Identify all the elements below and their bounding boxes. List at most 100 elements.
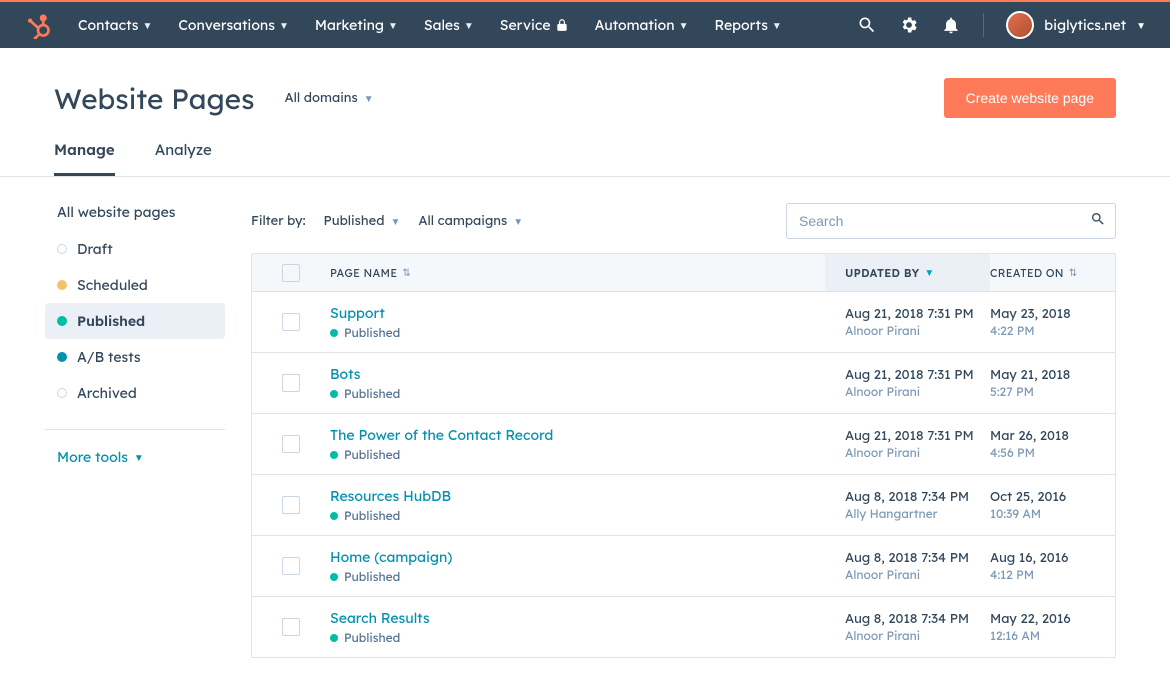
page-name-link[interactable]: Support (330, 304, 385, 322)
nav-reports[interactable]: Reports▼ (715, 16, 782, 34)
col-page-name[interactable]: PAGE NAME⇅ (330, 266, 825, 280)
status-dot (57, 244, 67, 254)
chevron-down-icon: ▼ (1136, 19, 1146, 32)
col-created-on[interactable]: CREATED ON⇅ (990, 266, 1115, 280)
updated-by: Alnoor Pirani (845, 384, 990, 399)
row-checkbox[interactable] (282, 313, 300, 331)
status-dot (330, 451, 338, 459)
chevron-down-icon: ▼ (679, 19, 689, 32)
table-row: Home (campaign)PublishedAug 8, 2018 7:34… (252, 536, 1115, 597)
col-updated-by[interactable]: UPDATED BY▼ (825, 254, 990, 291)
chevron-down-icon: ▼ (142, 19, 152, 32)
filter-campaigns-dropdown[interactable]: All campaigns ▼ (418, 213, 523, 229)
sidebar-item-label: Archived (77, 384, 137, 402)
created-date: Aug 16, 2016 (990, 550, 1115, 566)
bell-icon[interactable] (941, 15, 961, 35)
created-time: 4:56 PM (990, 445, 1115, 460)
chevron-down-icon: ▼ (464, 19, 474, 32)
sidebar-item-draft[interactable]: Draft (45, 231, 225, 267)
nav-service[interactable]: Service (500, 16, 569, 34)
status-dot (57, 280, 67, 290)
chevron-down-icon: ▼ (279, 19, 289, 32)
sidebar-item-a-b-tests[interactable]: A/B tests (45, 339, 225, 375)
page-name-link[interactable]: Bots (330, 365, 361, 383)
nav-marketing[interactable]: Marketing▼ (315, 16, 398, 34)
chevron-down-icon: ▼ (364, 92, 374, 105)
search-input[interactable] (786, 203, 1116, 239)
nav-contacts[interactable]: Contacts▼ (78, 16, 152, 34)
sidebar: All website pages DraftScheduled Publishe… (45, 203, 225, 658)
status-dot (330, 573, 338, 581)
sort-icon: ⇅ (1069, 266, 1078, 279)
updated-by: Alnoor Pirani (845, 445, 990, 460)
status-label: Published (344, 630, 400, 645)
nav-sales[interactable]: Sales▼ (424, 16, 474, 34)
account-menu[interactable]: biglytics.net ▼ (1006, 11, 1146, 39)
sidebar-item-archived[interactable]: Archived (45, 375, 225, 411)
sidebar-item-scheduled[interactable]: Scheduled (45, 267, 225, 303)
page-title: Website Pages (54, 81, 254, 116)
created-date: Mar 26, 2018 (990, 428, 1115, 444)
row-checkbox[interactable] (282, 374, 300, 392)
updated-by: Alnoor Pirani (845, 567, 990, 582)
tab-manage[interactable]: Manage (54, 140, 115, 176)
created-time: 10:39 AM (990, 506, 1115, 521)
filter-status-dropdown[interactable]: Published ▼ (324, 213, 401, 229)
updated-by: Alnoor Pirani (845, 323, 990, 338)
more-tools-link[interactable]: More tools ▼ (45, 448, 225, 466)
status-dot (330, 634, 338, 642)
created-date: May 22, 2016 (990, 611, 1115, 627)
status-label: Published (344, 508, 400, 523)
status-dot (57, 388, 67, 398)
create-page-button[interactable]: Create website page (944, 78, 1116, 118)
select-all-checkbox[interactable] (282, 264, 300, 282)
updated-date: Aug 21, 2018 7:31 PM (845, 306, 990, 322)
table-row: Resources HubDB Published Aug 8, 2018 7:34… (252, 475, 1115, 536)
created-date: May 21, 2018 (990, 367, 1115, 383)
hubspot-logo[interactable] (24, 11, 52, 39)
account-name: biglytics.net (1044, 16, 1126, 34)
updated-date: Aug 8, 2018 7:34 PM (845, 550, 990, 566)
sidebar-item-published[interactable]: Published (45, 303, 225, 339)
sidebar-header[interactable]: All website pages (45, 203, 225, 221)
sidebar-item-label: Published (77, 312, 145, 330)
search-icon[interactable] (1090, 211, 1106, 231)
row-checkbox[interactable] (282, 435, 300, 453)
updated-by: Alnoor Pirani (845, 628, 990, 643)
created-time: 4:12 PM (990, 567, 1115, 582)
status-dot (57, 316, 67, 326)
created-time: 12:16 AM (990, 628, 1115, 643)
top-nav: Contacts▼ Conversations▼ Marketing▼ Sales▼ S… (0, 2, 1170, 48)
filter-label: Filter by: (251, 213, 306, 229)
page-name-link[interactable]: Home (campaign) (330, 548, 452, 566)
row-checkbox[interactable] (282, 618, 300, 636)
page-name-link[interactable]: The Power of the Contact Record (330, 426, 553, 444)
table-row: BotsPublishedAug 21, 2018 7:31 PMAlnoor … (252, 353, 1115, 414)
status-dot (57, 352, 67, 362)
page-name-link[interactable]: Search Results (330, 609, 430, 627)
nav-conversations[interactable]: Conversations▼ (178, 16, 289, 34)
status-label: Published (344, 325, 400, 340)
status-dot (330, 329, 338, 337)
updated-date: Aug 21, 2018 7:31 PM (845, 367, 990, 383)
avatar (1006, 11, 1034, 39)
tab-analyze[interactable]: Analyze (155, 140, 212, 176)
domains-dropdown[interactable]: All domains ▼ (284, 90, 373, 106)
created-date: Oct 25, 2016 (990, 489, 1115, 505)
row-checkbox[interactable] (282, 557, 300, 575)
created-date: May 23, 2018 (990, 306, 1115, 322)
page-name-link[interactable]: Resources HubDB (330, 487, 451, 505)
updated-date: Aug 21, 2018 7:31 PM (845, 428, 990, 444)
status-label: Published (344, 447, 400, 462)
search-icon[interactable] (857, 15, 877, 35)
status-dot (330, 512, 338, 520)
nav-automation[interactable]: Automation▼ (595, 16, 689, 34)
row-checkbox[interactable] (282, 496, 300, 514)
table-row: Support Published Aug 21, 2018 7:31 PMAlno… (252, 292, 1115, 353)
updated-date: Aug 8, 2018 7:34 PM (845, 489, 990, 505)
table-row: The Power of the Contact Record Published… (252, 414, 1115, 475)
chevron-down-icon: ▼ (772, 19, 782, 32)
updated-date: Aug 8, 2018 7:34 PM (845, 611, 990, 627)
chevron-down-icon: ▼ (390, 215, 400, 228)
gear-icon[interactable] (899, 15, 919, 35)
